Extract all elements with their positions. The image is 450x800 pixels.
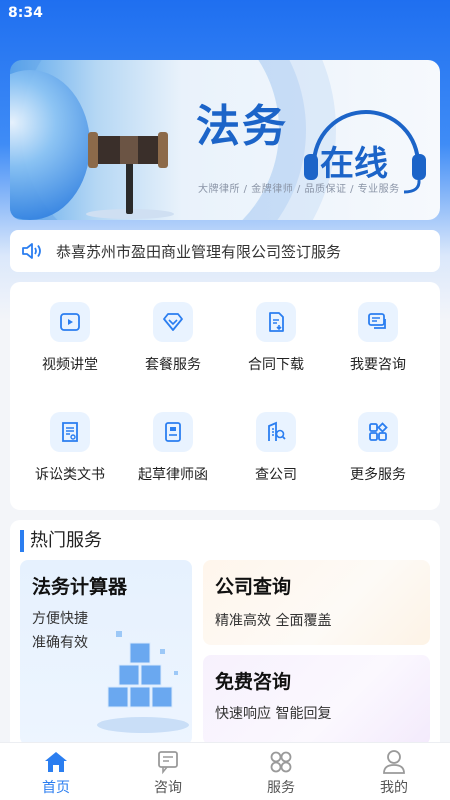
service-label: 查公司 — [255, 467, 297, 483]
home-icon — [45, 752, 67, 772]
status-bar: 8:34 — [0, 0, 450, 26]
tile-subtitle: 精准高效 全面覆盖 — [215, 613, 332, 629]
tile-title: 公司查询 — [215, 576, 292, 598]
service-label: 套餐服务 — [145, 357, 201, 373]
service-grid: 视频讲堂 套餐服务 合同下载 我要咨询 诉讼类文书 起草律师函 查公司 更多服务 — [10, 282, 440, 510]
chat-icon — [358, 302, 398, 342]
service-more[interactable]: 更多服务 — [328, 392, 428, 492]
nav-consult[interactable]: 咨询 — [128, 749, 208, 799]
gavel-icon — [86, 132, 174, 219]
legal-calculator-tile[interactable]: 法务计算器 方便快捷 准确有效 — [20, 560, 192, 745]
letter-icon — [153, 412, 193, 452]
diamond-icon — [153, 302, 193, 342]
banner-title-main: 法务 — [196, 101, 288, 152]
contract-download-icon — [256, 302, 296, 342]
service-litigation-docs[interactable]: 诉讼类文书 — [20, 392, 120, 492]
banner-title-sub: 在线 — [320, 144, 388, 184]
video-icon — [50, 302, 90, 342]
hot-services-section: 热门服务 法务计算器 方便快捷 准确有效 公司查询 精准高效 全面覆盖 免费咨询… — [10, 520, 440, 760]
nav-label: 我的 — [380, 780, 408, 796]
notice-text: 恭喜苏州市盈田商业管理有限公司签订服务 — [56, 242, 342, 261]
service-label: 合同下载 — [248, 357, 304, 373]
nav-label: 首页 — [42, 780, 70, 796]
service-label: 视频讲堂 — [42, 357, 98, 373]
banner-tagline: 大牌律所 / 金牌律师 / 品质保证 / 专业服务 — [198, 184, 400, 195]
service-consult[interactable]: 我要咨询 — [328, 282, 428, 382]
service-label: 更多服务 — [350, 467, 406, 483]
service-lawyer-letter[interactable]: 起草律师函 — [123, 392, 223, 492]
nav-label: 服务 — [267, 780, 295, 796]
tile-subtitle: 方便快捷 — [32, 611, 88, 627]
profile-icon — [383, 750, 405, 774]
tile-subtitle: 准确有效 — [32, 635, 88, 651]
free-consult-tile[interactable]: 免费咨询 快速响应 智能回复 — [203, 655, 430, 745]
document-icon — [50, 412, 90, 452]
service-package[interactable]: 套餐服务 — [123, 282, 223, 382]
notice-bar[interactable]: 恭喜苏州市盈田商业管理有限公司签订服务 — [10, 230, 440, 272]
service-video-lecture[interactable]: 视频讲堂 — [20, 282, 120, 382]
more-grid-icon — [358, 412, 398, 452]
section-title: 热门服务 — [20, 530, 102, 552]
cubes-illustration — [97, 631, 189, 733]
building-search-icon — [256, 412, 296, 452]
nav-profile[interactable]: 我的 — [354, 749, 434, 799]
bottom-nav: 首页 咨询 服务 我的 — [0, 742, 450, 800]
service-label: 起草律师函 — [138, 467, 208, 483]
nav-label: 咨询 — [154, 780, 182, 796]
tile-subtitle: 快速响应 智能回复 — [215, 706, 332, 722]
service-icon — [270, 751, 292, 773]
promo-banner[interactable]: 法务 在线 大牌律所 / 金牌律师 / 品质保证 / 专业服务 — [10, 60, 440, 220]
service-contract-download[interactable]: 合同下载 — [226, 282, 326, 382]
nav-service[interactable]: 服务 — [241, 749, 321, 799]
nav-home[interactable]: 首页 — [16, 749, 96, 799]
company-query-tile[interactable]: 公司查询 精准高效 全面覆盖 — [203, 560, 430, 645]
tile-title: 法务计算器 — [32, 576, 128, 598]
service-company-lookup[interactable]: 查公司 — [226, 392, 326, 492]
service-label: 我要咨询 — [350, 357, 406, 373]
speaker-icon — [22, 243, 41, 259]
tile-title: 免费咨询 — [215, 671, 292, 693]
status-time: 8:34 — [8, 5, 43, 21]
consult-icon — [158, 751, 178, 775]
service-label: 诉讼类文书 — [35, 467, 105, 483]
